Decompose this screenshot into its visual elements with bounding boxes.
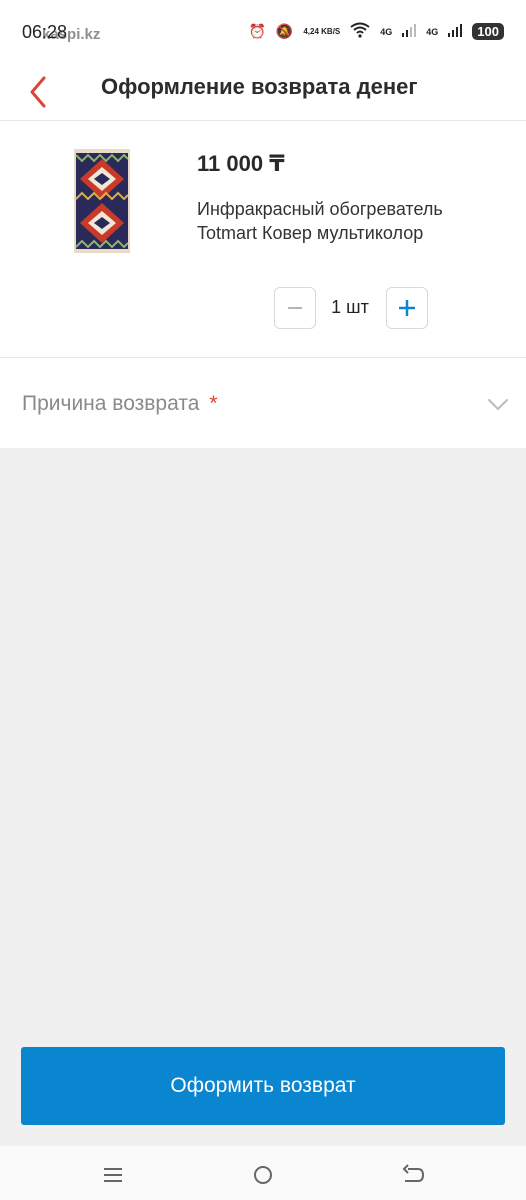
page-header: Оформление возврата денег: [0, 62, 526, 121]
product-card: 11 000 ₸ Инфракрасный обогреватель Totma…: [0, 121, 526, 358]
product-image[interactable]: [72, 149, 132, 253]
return-reason-label: Причина возврата *: [22, 392, 218, 416]
quantity-decrease-button[interactable]: [274, 287, 316, 329]
watermark: kaspi.kz: [42, 26, 101, 43]
system-nav-bar: [0, 1146, 526, 1200]
submit-return-button[interactable]: Оформить возврат: [21, 1047, 505, 1125]
home-circle-icon: [254, 1166, 272, 1184]
product-price: 11 000 ₸: [197, 151, 285, 176]
nav-menu-button[interactable]: [98, 1160, 128, 1190]
net-speed: 4,24 KB/S: [303, 27, 341, 36]
status-icons: ⏰ 🔕 4,24 KB/S 4G 4G 100: [248, 22, 504, 41]
back-button[interactable]: [24, 68, 60, 112]
quantity-value: 1 шт: [331, 297, 369, 317]
return-reason-select[interactable]: Причина возврата *: [0, 358, 526, 448]
menu-icon: [104, 1168, 122, 1182]
mute-icon: 🔕: [275, 23, 294, 39]
alarm-icon: ⏰: [248, 23, 266, 39]
page-title: Оформление возврата денег: [101, 74, 418, 99]
return-reason-text: Причина возврата: [22, 392, 200, 415]
status-bar: 06:28 kaspi.kz ⏰ 🔕 4,24 KB/S 4G 4G 100: [0, 0, 526, 62]
required-marker: *: [209, 392, 218, 415]
network-label-1: 4G: [380, 26, 393, 37]
chevron-left-icon: [30, 76, 46, 108]
network-label-2: 4G: [426, 26, 439, 37]
plus-icon: [399, 300, 415, 316]
nav-back-button[interactable]: [398, 1160, 428, 1190]
back-arrow-icon: [402, 1164, 425, 1182]
signal-icon-2: [448, 23, 463, 40]
minus-icon: [288, 307, 302, 309]
chevron-down-icon: [488, 399, 508, 410]
wifi-icon: [350, 22, 370, 41]
product-name: Инфракрасный обогреватель Totmart Ковер …: [197, 199, 443, 243]
nav-home-button[interactable]: [248, 1160, 278, 1190]
submit-return-label: Оформить возврат: [170, 1074, 356, 1097]
signal-icon-1: [402, 23, 417, 40]
battery-indicator: 100: [472, 23, 504, 40]
quantity-increase-button[interactable]: [386, 287, 428, 329]
